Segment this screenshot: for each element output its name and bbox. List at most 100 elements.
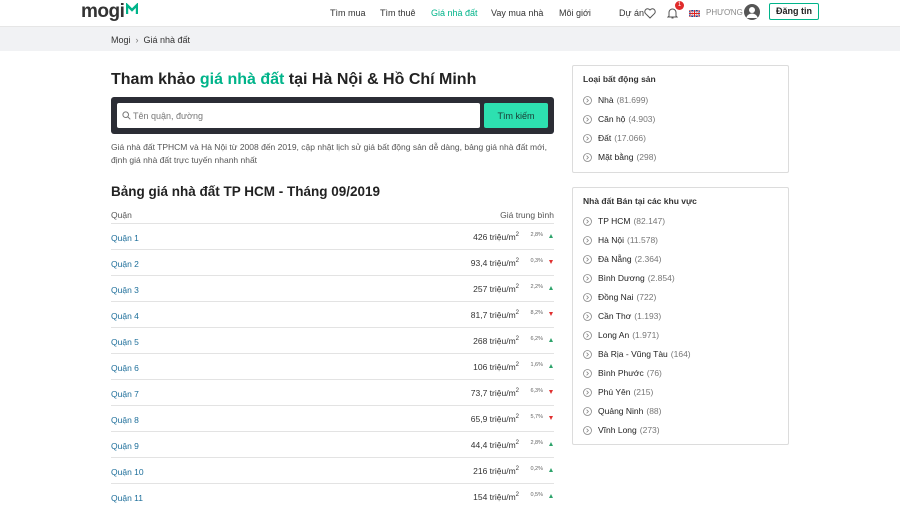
breadcrumb-home[interactable]: Mogi <box>111 35 131 45</box>
search-icon <box>122 111 131 120</box>
arrow-up-icon <box>549 234 553 238</box>
search-button[interactable]: Tìm kiếm <box>484 103 548 128</box>
chevron-right-circle-icon <box>583 368 592 378</box>
average-price: 93,4 triệu/m2 <box>471 258 519 268</box>
price-change: 2,8% <box>530 440 543 446</box>
district-link[interactable]: Quận 6 <box>111 363 139 373</box>
sidebar-list-item[interactable]: TP HCM (82.147) <box>583 216 665 226</box>
average-price: 154 triệu/m2 <box>473 492 519 502</box>
chevron-right-circle-icon <box>583 152 592 162</box>
username[interactable]: PHƯƠNG <box>706 8 743 17</box>
sidebar-item-count: (88) <box>646 406 662 416</box>
sidebar-item-label: Vĩnh Long <box>598 425 637 435</box>
sidebar-item-count: (2.854) <box>647 273 675 283</box>
district-link[interactable]: Quận 9 <box>111 441 139 451</box>
price-value: 65,9 <box>470 414 488 424</box>
nav-moi-gioi[interactable]: Môi giới <box>559 8 591 18</box>
sidebar-list-item[interactable]: Bà Rịa - Vũng Tàu (164) <box>583 349 691 359</box>
sidebar-list-item[interactable]: Vĩnh Long (273) <box>583 425 660 435</box>
average-price: 268 triệu/m2 <box>473 336 519 346</box>
sidebar-item-label: Đà Nẵng <box>598 254 632 264</box>
price-value: 426 <box>473 232 488 242</box>
sidebar-list-item[interactable]: Bình Phước (76) <box>583 368 662 378</box>
district-link[interactable]: Quận 11 <box>111 493 143 503</box>
district-link[interactable]: Quận 7 <box>111 389 139 399</box>
arrow-down-icon <box>549 390 553 394</box>
sidebar-list-item[interactable]: Phú Yên (215) <box>583 387 653 397</box>
sidebar-item-label: Cần Thơ <box>598 311 632 321</box>
region-box: Nhà đất Bán tại các khu vực TP HCM (82.14… <box>572 187 789 445</box>
chevron-right-circle-icon <box>583 330 592 340</box>
unit-exponent: 2 <box>515 362 519 368</box>
sidebar-list-item[interactable]: Mặt bằng (298) <box>583 152 656 162</box>
price-change: 2,2% <box>530 284 543 290</box>
sidebar-item-count: (215) <box>633 387 654 397</box>
sidebar-list-item[interactable]: Hà Nội (11.578) <box>583 235 658 245</box>
sidebar-item-count: (722) <box>636 292 657 302</box>
nav-du-an[interactable]: Dự án <box>619 8 644 18</box>
price-change: 0,2% <box>530 466 543 472</box>
average-price: 257 triệu/m2 <box>473 284 519 294</box>
column-header-average-price: Giá trung bình <box>500 210 554 220</box>
district-link[interactable]: Quận 3 <box>111 285 139 295</box>
property-type-box: Loại bất động sản Nhà (81.699) Căn hộ (4.90… <box>572 65 789 173</box>
logo-mark-icon <box>126 3 139 15</box>
sidebar-list-item[interactable]: Đất (17.066) <box>583 133 646 143</box>
heart-icon[interactable] <box>643 6 657 20</box>
sidebar-item-count: (1.971) <box>632 330 660 340</box>
district-link[interactable]: Quận 1 <box>111 233 139 243</box>
district-link[interactable]: Quận 4 <box>111 311 139 321</box>
price-unit: triệu/m <box>489 336 516 346</box>
price-table-title: Bảng giá nhà đất TP HCM - Tháng 09/2019 <box>111 184 381 199</box>
nav-tim-mua[interactable]: Tìm mua <box>330 8 366 18</box>
district-link[interactable]: Quận 5 <box>111 337 139 347</box>
district-link[interactable]: Quận 10 <box>111 467 144 477</box>
unit-exponent: 2 <box>515 440 519 446</box>
table-row: Quận 7 73,7 triệu/m2 6,3% <box>111 379 554 405</box>
chevron-right-circle-icon <box>583 273 592 283</box>
page-title: Tham khảo giá nhà đất tại Hà Nội & Hồ Ch… <box>111 71 476 89</box>
sidebar-list-item[interactable]: Căn hộ (4.903) <box>583 114 655 124</box>
sidebar-item-label: Đất <box>598 133 612 143</box>
mogi-logo[interactable]: mogi <box>81 1 139 22</box>
table-row: Quận 8 65,9 triệu/m2 5,7% <box>111 405 554 431</box>
nav-tim-thue[interactable]: Tìm thuê <box>380 8 416 18</box>
sidebar-list-item[interactable]: Quảng Ninh (88) <box>583 406 662 416</box>
user-avatar-icon[interactable] <box>744 4 760 20</box>
price-table: Quận 1 426 triệu/m 2 2,8% Quận 2 93,4 triệu/m… <box>111 223 554 509</box>
sidebar-item-count: (82.147) <box>633 216 666 226</box>
chevron-right-circle-icon <box>583 216 592 226</box>
unit-exponent: 2 <box>515 310 519 316</box>
table-row: Quận 4 81,7 triệu/m2 8,2% <box>111 301 554 327</box>
price-value: 106 <box>473 362 488 372</box>
nav-vay-mua-nha[interactable]: Vay mua nhà <box>491 8 543 18</box>
arrow-up-icon <box>549 468 553 472</box>
breadcrumb: Mogi › Giá nhà đất <box>111 35 190 45</box>
price-unit: triệu/m <box>489 232 516 242</box>
price-change: 8,2% <box>530 310 543 316</box>
price-value: 268 <box>473 336 488 346</box>
sidebar-item-count: (17.066) <box>614 133 646 143</box>
sidebar-item-count: (4.903) <box>628 114 656 124</box>
chevron-right-circle-icon <box>583 292 592 302</box>
nav-gia-nha-dat[interactable]: Giá nhà đất <box>431 8 478 18</box>
uk-flag-icon[interactable] <box>688 9 701 18</box>
sidebar-item-count: (76) <box>646 368 662 378</box>
district-link[interactable]: Quận 2 <box>111 259 139 269</box>
sidebar-list-item[interactable]: Bình Dương (2.854) <box>583 273 675 283</box>
unit-exponent: 2 <box>515 388 519 394</box>
sidebar-item-count: (11.578) <box>626 235 659 245</box>
post-listing-button[interactable]: Đăng tin <box>769 3 819 20</box>
sidebar-list-item[interactable]: Long An (1.971) <box>583 330 659 340</box>
sidebar-list-item[interactable]: Nhà (81.699) <box>583 95 648 105</box>
district-link[interactable]: Quận 8 <box>111 415 139 425</box>
sidebar-list-item[interactable]: Đồng Nai (722) <box>583 292 656 302</box>
sidebar-list-item[interactable]: Đà Nẵng (2.364) <box>583 254 662 264</box>
sidebar-item-count: (164) <box>670 349 691 359</box>
arrow-up-icon <box>549 364 553 368</box>
search-input[interactable] <box>117 103 480 128</box>
chevron-right-circle-icon <box>583 235 592 245</box>
sidebar-list-item[interactable]: Cần Thơ (1.193) <box>583 311 661 321</box>
chevron-right-circle-icon <box>583 254 592 264</box>
unit-exponent: 2 <box>515 284 519 290</box>
